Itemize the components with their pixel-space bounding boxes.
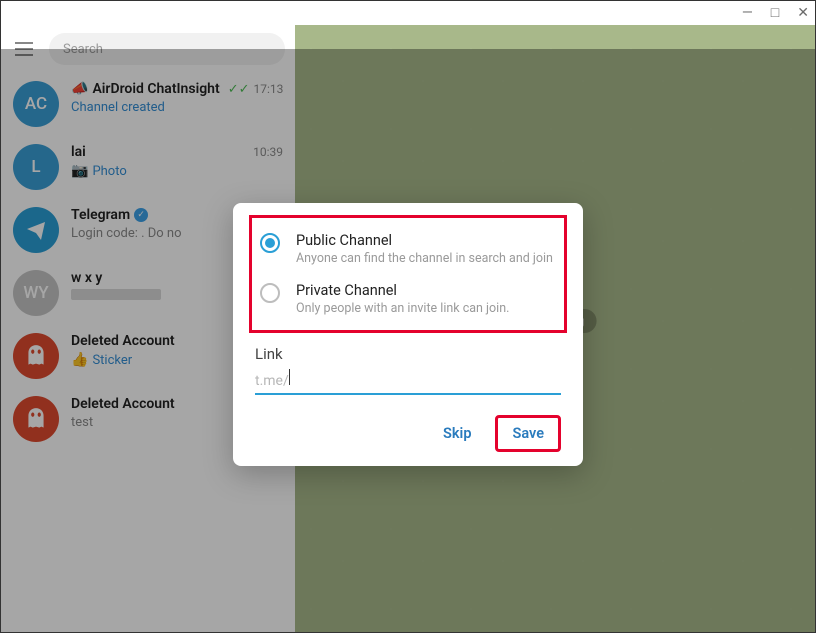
- close-icon[interactable]: ✕: [797, 6, 809, 20]
- link-label: Link: [255, 345, 561, 363]
- channel-type-options: Public Channel Anyone can find the chann…: [249, 215, 567, 333]
- option-private-channel[interactable]: Private Channel Only people with an invi…: [256, 274, 560, 324]
- option-public-channel[interactable]: Public Channel Anyone can find the chann…: [256, 224, 560, 274]
- radio-unchecked-icon: [260, 283, 280, 303]
- minimize-icon[interactable]: —: [742, 6, 753, 20]
- link-input[interactable]: [290, 373, 561, 389]
- app-body: Search AC📣 AirDroid ChatInsight✓✓ 17:13C…: [1, 25, 815, 632]
- option-desc: Only people with an invite link can join…: [296, 301, 509, 316]
- titlebar: — □ ✕: [1, 1, 815, 25]
- radio-checked-icon: [260, 233, 280, 253]
- option-title: Public Channel: [296, 232, 553, 249]
- save-button[interactable]: Save: [495, 415, 561, 452]
- link-field[interactable]: t.me/: [255, 369, 561, 395]
- option-title: Private Channel: [296, 282, 509, 299]
- maximize-icon[interactable]: □: [771, 6, 779, 20]
- app-window: — □ ✕ Search AC📣 AirDroid ChatInsight✓✓ …: [0, 0, 816, 633]
- modal-actions: Skip Save: [255, 415, 561, 452]
- option-desc: Anyone can find the channel in search an…: [296, 251, 553, 266]
- modal-overlay: Public Channel Anyone can find the chann…: [1, 49, 815, 632]
- skip-button[interactable]: Skip: [429, 418, 485, 449]
- channel-type-modal: Public Channel Anyone can find the chann…: [233, 203, 583, 466]
- link-prefix: t.me/: [255, 373, 289, 389]
